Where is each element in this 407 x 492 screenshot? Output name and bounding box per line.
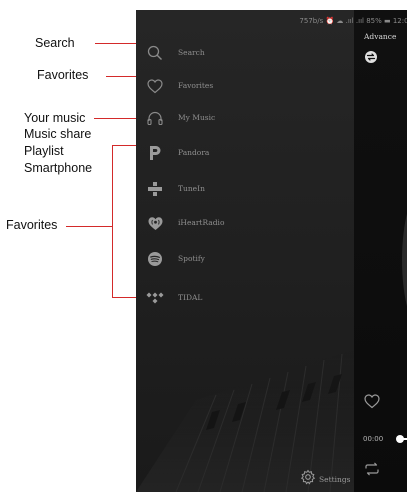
advance-label[interactable]: Advance xyxy=(364,32,396,41)
menu-label-favorites: Favorites xyxy=(178,81,214,90)
iheartradio-icon xyxy=(145,213,165,233)
heart-outline-icon[interactable] xyxy=(364,394,380,414)
menu-item-my-music[interactable]: My Music xyxy=(136,102,354,134)
album-disc-edge xyxy=(402,190,407,330)
callout-bracket-bottom xyxy=(112,297,137,298)
menu-item-favorites[interactable]: Favorites xyxy=(136,70,354,102)
menu-item-tunein[interactable]: TuneIn xyxy=(136,173,354,205)
pandora-icon xyxy=(145,143,165,163)
callout-music-share: Music share xyxy=(24,127,92,141)
menu-item-iheartradio[interactable]: iHeartRadio xyxy=(136,207,354,239)
menu-label-my-music: My Music xyxy=(178,113,216,122)
piano-keys-background xyxy=(136,310,354,492)
phone-screen: Search Favorites My Music Pandora TuneIn xyxy=(136,10,407,492)
callout-favorites-bottom-line xyxy=(66,226,112,227)
gear-icon xyxy=(300,469,316,490)
spotify-icon xyxy=(145,249,165,269)
callout-search: Search xyxy=(35,36,75,50)
callout-bracket-top xyxy=(112,145,137,146)
menu-label-iheartradio: iHeartRadio xyxy=(178,218,225,227)
elapsed-time: 00:00 xyxy=(363,435,384,443)
callout-favorites-bottom: Favorites xyxy=(6,218,58,232)
menu-label-pandora: Pandora xyxy=(178,148,210,157)
search-icon xyxy=(145,43,165,63)
menu-label-search: Search xyxy=(178,48,205,57)
tidal-icon xyxy=(145,288,165,308)
menu-label-spotify: Spotify xyxy=(178,254,205,263)
menu-item-spotify[interactable]: Spotify xyxy=(136,243,354,275)
progress-knob[interactable] xyxy=(396,435,404,443)
callout-your-music: Your music xyxy=(24,111,86,125)
callout-bracket-vertical xyxy=(112,145,113,298)
callout-playlist: Playlist xyxy=(24,144,64,158)
callout-search-line xyxy=(95,43,137,44)
menu-item-pandora[interactable]: Pandora xyxy=(136,137,354,169)
heart-icon xyxy=(145,76,165,96)
settings-button[interactable]: Settings xyxy=(300,468,350,490)
tunein-icon xyxy=(145,179,165,199)
headphones-icon xyxy=(145,108,165,128)
repeat-icon[interactable] xyxy=(364,462,380,481)
callout-favorites-top: Favorites xyxy=(37,68,89,82)
callout-your-music-line xyxy=(94,118,137,119)
callout-favorites-top-line xyxy=(106,76,137,77)
status-bar-text: 757b/s ⏰ ☁ .ııl .ııl 85% ▬ 12:01 xyxy=(299,17,407,25)
menu-item-search[interactable]: Search xyxy=(136,37,354,69)
status-bar: 757b/s ⏰ ☁ .ııl .ııl 85% ▬ 12:01 xyxy=(136,10,407,32)
navigation-drawer: Search Favorites My Music Pandora TuneIn xyxy=(136,10,354,492)
settings-label: Settings xyxy=(319,474,351,484)
advance-icon[interactable] xyxy=(364,50,378,69)
callout-smartphone: Smartphone xyxy=(24,161,93,175)
player-panel: Advance 00:00 xyxy=(354,10,407,492)
menu-label-tunein: TuneIn xyxy=(178,184,205,193)
